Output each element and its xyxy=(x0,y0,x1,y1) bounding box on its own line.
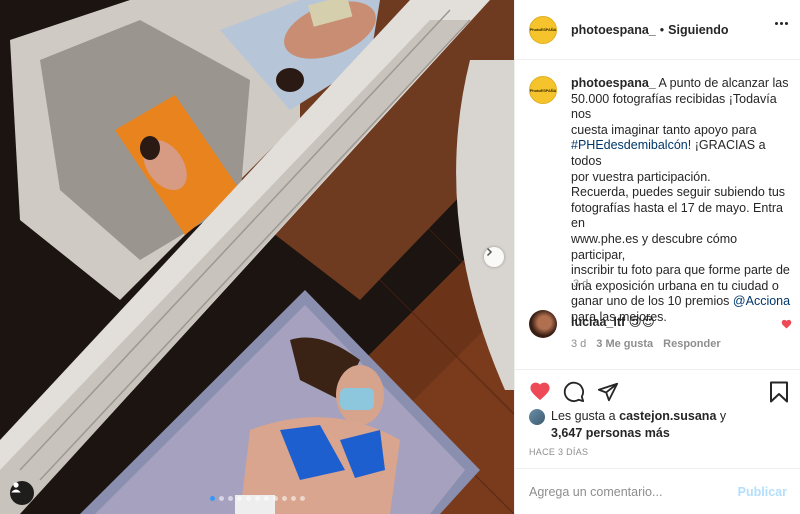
likes-text: Les gusta a castejon.susana y 3,647 pers… xyxy=(551,408,726,442)
comment-meta: 3 d 3 Me gusta Responder xyxy=(571,338,721,350)
caption-avatar[interactable]: PhotoESPAÑA xyxy=(529,76,557,104)
post-sidebar: PhotoESPAÑA photoespana_ • Siguiendo Pho… xyxy=(514,0,800,514)
post-header: PhotoESPAÑA photoespana_ • Siguiendo xyxy=(515,0,800,60)
carousel-dot xyxy=(290,496,296,501)
carousel-dot xyxy=(272,496,278,501)
caption-line: fotografías hasta el 17 de mayo. Entra e… xyxy=(571,200,783,231)
caption-line: una exposición urbana en tu ciudad o xyxy=(571,278,779,293)
carousel-dot xyxy=(263,496,269,501)
caption-line: A punto de alcanzar las xyxy=(658,76,789,90)
more-options-button[interactable] xyxy=(775,22,788,25)
caption-username[interactable]: photoespana_ xyxy=(571,76,656,90)
follow-status-button[interactable]: Siguiendo xyxy=(668,23,728,37)
heart-filled-icon xyxy=(530,382,550,401)
likes-prefix: Les gusta a xyxy=(551,409,616,423)
post-modal: PhotoESPAÑA photoespana_ • Siguiendo Pho… xyxy=(0,0,800,514)
avatar-logo-text: PhotoESPAÑA xyxy=(529,87,557,93)
liker-avatar[interactable] xyxy=(529,409,545,425)
publish-button[interactable]: Publicar xyxy=(738,485,787,499)
bookmark-icon xyxy=(770,381,788,403)
comment: luciaa_ltf 😍😍 xyxy=(529,310,655,338)
comment-username[interactable]: luciaa_ltf xyxy=(571,315,625,329)
post-photo[interactable] xyxy=(0,0,514,514)
caption-line: cuesta imaginar tanto apoyo para xyxy=(571,122,757,137)
dot-icon xyxy=(775,22,778,25)
likes-summary: Les gusta a castejon.susana y 3,647 pers… xyxy=(529,408,726,442)
dot-icon xyxy=(780,22,783,25)
comment-text: luciaa_ltf 😍😍 xyxy=(571,314,655,329)
heart-filled-icon xyxy=(781,319,792,329)
carousel-dot xyxy=(236,496,242,501)
likes-count[interactable]: 3,647 personas más xyxy=(551,426,670,440)
carousel-dot xyxy=(227,496,233,501)
hashtag-link[interactable]: #PHEdesdemibalcón! xyxy=(571,138,691,152)
photo-illustration xyxy=(0,0,514,514)
likes-connector: y xyxy=(719,409,727,423)
like-button[interactable] xyxy=(529,381,551,404)
comment-icon xyxy=(563,381,585,403)
commenter-avatar[interactable] xyxy=(529,310,557,338)
comment-button[interactable] xyxy=(563,381,585,406)
separator-dot: • xyxy=(659,22,665,37)
comment-timestamp[interactable]: 3 d xyxy=(571,338,586,350)
mention-link[interactable]: @Acciona xyxy=(733,294,790,308)
comment-input[interactable]: Agrega un comentario... xyxy=(529,485,662,499)
carousel-dot xyxy=(299,496,305,501)
liker-username[interactable]: castejon.susana xyxy=(619,409,716,423)
carousel-dot xyxy=(281,496,287,501)
send-icon xyxy=(597,382,619,402)
carousel-indicator xyxy=(0,496,514,501)
avatar[interactable]: PhotoESPAÑA xyxy=(529,15,557,44)
caption-line: 50.000 fotografías recibidas ¡Todavía no… xyxy=(571,91,777,122)
caption-line: www.phe.es y descubre cómo participar, xyxy=(571,231,738,262)
save-button[interactable] xyxy=(769,381,789,406)
comment-body: 😍😍 xyxy=(628,315,655,329)
chevron-right-icon xyxy=(486,247,493,257)
carousel-dot xyxy=(218,496,224,501)
post-caption: PhotoESPAÑA photoespana_ A punto de alca… xyxy=(529,76,791,326)
user-icon xyxy=(11,482,21,493)
avatar-logo-text: PhotoESPAÑA xyxy=(529,27,557,32)
comment-likes-count[interactable]: 3 Me gusta xyxy=(596,338,653,350)
add-comment-bar: Agrega un comentario... Publicar xyxy=(515,468,800,514)
carousel-dot xyxy=(209,496,215,501)
carousel-dot xyxy=(254,496,260,501)
caption-timestamp[interactable]: 3 d xyxy=(573,278,588,290)
tagged-users-button[interactable] xyxy=(10,481,34,505)
caption-line: Recuerda, puedes seguir subiendo tus xyxy=(571,185,786,200)
caption-text: photoespana_ A punto de alcanzar las 50.… xyxy=(571,76,791,326)
post-date[interactable]: HACE 3 DÍAS xyxy=(529,447,588,457)
carousel-dot xyxy=(245,496,251,501)
caption-line: ganar uno de los 10 premios xyxy=(571,294,730,309)
reply-button[interactable]: Responder xyxy=(663,338,720,350)
like-comment-button[interactable] xyxy=(781,318,792,332)
post-username[interactable]: photoespana_ xyxy=(571,23,656,37)
caption-line: inscribir tu foto para que forme parte d… xyxy=(571,263,790,278)
share-button[interactable] xyxy=(597,381,619,406)
next-photo-button[interactable] xyxy=(484,247,504,267)
caption-line: por vuestra participación. xyxy=(571,169,711,184)
dot-icon xyxy=(785,22,788,25)
